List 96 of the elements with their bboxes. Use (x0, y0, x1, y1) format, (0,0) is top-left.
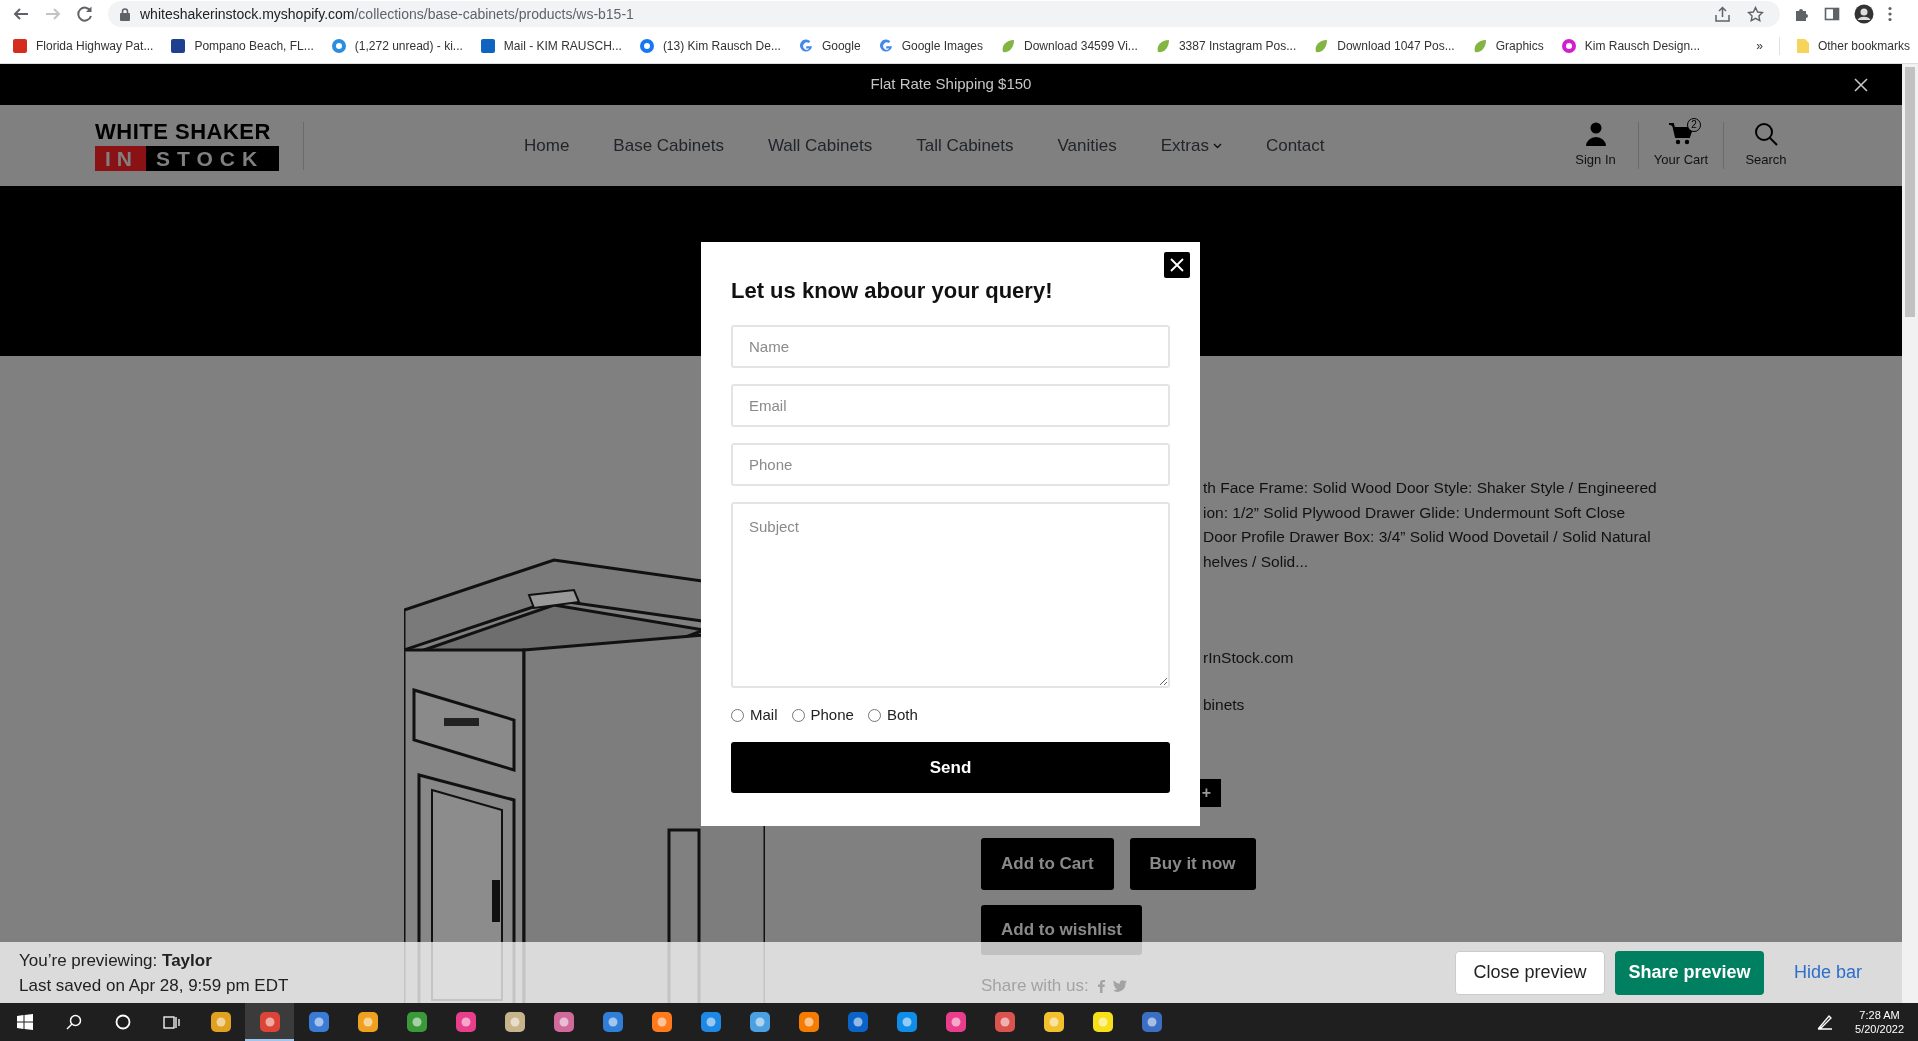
radio-button[interactable] (867, 708, 881, 722)
overflow-chevron[interactable]: » (1756, 36, 1763, 55)
bookmark[interactable]: Kim Rausch Design... (1560, 36, 1701, 55)
logo-text[interactable]: STOCK (146, 145, 279, 171)
app-icon[interactable] (1042, 1011, 1065, 1033)
input-field[interactable]: Email (731, 384, 1170, 427)
saved-text: Last saved on Apr 28, 9:59 pm EDT (19, 974, 289, 997)
app-icon[interactable] (797, 1011, 820, 1033)
app-icon[interactable] (209, 1011, 232, 1033)
close-icon (1170, 258, 1184, 272)
avatar-icon[interactable] (1854, 4, 1874, 24)
bookmark[interactable]: Pompano Beach, FL... (170, 36, 314, 55)
app-icon[interactable] (944, 1011, 967, 1033)
nav-link[interactable]: Contact (1265, 132, 1325, 159)
taskbar-slot[interactable] (245, 1003, 294, 1041)
count-badge: 2 (1687, 117, 1701, 132)
modal-title: Let us know abour your query! (731, 277, 1054, 305)
star-icon[interactable] (1747, 5, 1764, 23)
app-icon[interactable] (846, 1011, 869, 1033)
user-icon (1584, 121, 1607, 146)
app-icon[interactable] (454, 1011, 477, 1033)
nav-link[interactable]: Wall Cabinets (767, 132, 873, 159)
nav-link[interactable]: Extras (1160, 132, 1222, 159)
nav-link[interactable]: Base Cabinets (613, 132, 724, 159)
text-area[interactable]: Subject (731, 502, 1170, 688)
bookmark-folder[interactable]: Other bookmarks (1778, 36, 1910, 55)
header-action[interactable]: Search (1723, 121, 1808, 170)
vendor-text: rInStock.com (1203, 648, 1294, 668)
close-preview-button[interactable]: Close preview (1454, 950, 1605, 995)
caret-icon (1212, 142, 1222, 149)
radio-label: Mail (750, 704, 778, 725)
close-icon[interactable] (1854, 78, 1868, 92)
bookmark[interactable]: Graphics (1471, 36, 1544, 55)
app-icon[interactable] (503, 1011, 526, 1033)
header-action[interactable]: Your Cart 2 (1638, 121, 1723, 170)
radio-label: Both (886, 704, 918, 725)
product-button[interactable]: Buy it now (1129, 838, 1256, 890)
reload-icon[interactable] (76, 5, 94, 23)
share-label: Share with us: (981, 975, 1089, 997)
type-text: binets (1203, 694, 1245, 715)
preview-text: You’re previewing: Taylor (19, 949, 213, 972)
search-icon (1754, 121, 1778, 146)
search-icon[interactable] (65, 1014, 82, 1030)
app-icon[interactable] (699, 1011, 722, 1033)
input-field[interactable]: Name (731, 325, 1170, 368)
lock-icon (120, 7, 130, 21)
bookmark[interactable]: (13) Kim Rausch De... (638, 36, 781, 55)
app-icon[interactable] (356, 1011, 379, 1033)
send-button[interactable]: Send (731, 742, 1170, 793)
url-text: whiteshakerinstock.myshopify.com/collections/base-cabinets/products/ws-b15-1 (140, 4, 634, 24)
app-icon[interactable] (1140, 1011, 1163, 1033)
input-field[interactable]: Phone (731, 443, 1170, 486)
radio-button[interactable] (731, 708, 744, 722)
close-button[interactable] (1164, 252, 1190, 278)
app-icon[interactable] (307, 1011, 330, 1033)
bookmark[interactable]: (1,272 unread) - ki... (330, 36, 463, 55)
nav-link[interactable]: Vanities (1057, 132, 1117, 159)
nav-link[interactable]: Home (524, 132, 570, 159)
app-icon[interactable] (405, 1011, 428, 1033)
app-icon[interactable] (1091, 1011, 1114, 1033)
share-preview-button[interactable]: Share preview (1614, 950, 1764, 995)
bookmark[interactable]: Google (797, 36, 861, 55)
announcement-text: Flat Rate Shipping $150 (870, 74, 1032, 95)
app-icon[interactable] (601, 1011, 624, 1033)
clock[interactable]: 7:28 AM 5/20/2022 (1855, 1008, 1904, 1036)
app-icon[interactable] (650, 1011, 673, 1033)
pen-icon[interactable] (1817, 1014, 1834, 1030)
product-button[interactable]: Add to Cart (981, 838, 1114, 890)
radio-button[interactable] (791, 708, 805, 722)
radio-label: Phone (810, 704, 854, 725)
app-icon[interactable] (258, 1011, 281, 1033)
windows-icon[interactable] (16, 1014, 33, 1030)
nav-link[interactable]: Tall Cabinets (916, 132, 1014, 159)
hide-bar-link[interactable]: Hide bar (1793, 959, 1862, 986)
logo-text[interactable]: WHITE SHAKER (95, 120, 279, 143)
share-icon[interactable] (1714, 5, 1731, 23)
bookmark[interactable]: Florida Highway Pat... (12, 36, 154, 55)
puzzle-icon[interactable] (1794, 6, 1810, 22)
bookmark[interactable]: Google Images (877, 36, 983, 55)
bookmark[interactable]: Mail - KIM RAUSCH... (479, 36, 622, 55)
description-text: th Face Frame: Solid Wood Door Style: Shaker Style / Engineered ion: 1/2” Solid Plywood Drawer Glide: Undermount Soft Close Door Profile Drawer Box: 3/4” Solid Wood Dovetail / Solid Natural helves / Solid... (1203, 478, 1657, 572)
circle-icon[interactable] (114, 1014, 131, 1030)
app-icon[interactable] (552, 1011, 575, 1033)
folder-icon (1795, 37, 1810, 54)
app-icon[interactable] (993, 1011, 1016, 1033)
app-icon[interactable] (748, 1011, 771, 1033)
bookmark[interactable]: Download 34599 Vi... (1000, 36, 1138, 55)
address-bar[interactable]: whiteshakerinstock.myshopify.com/collections/base-cabinets/products/ws-b15-1 (108, 1, 1780, 27)
side-panel-icon[interactable] (1824, 6, 1840, 22)
scrollbar-thumb[interactable] (1905, 67, 1915, 317)
menu-icon[interactable] (1888, 6, 1892, 22)
app-icon[interactable] (895, 1011, 918, 1033)
header-action[interactable]: Sign In (1553, 121, 1638, 170)
bookmark[interactable]: Download 1047 Pos... (1313, 36, 1455, 55)
task-view-icon[interactable] (162, 1014, 181, 1030)
bookmark[interactable]: 3387 Instagram Pos... (1154, 36, 1297, 55)
